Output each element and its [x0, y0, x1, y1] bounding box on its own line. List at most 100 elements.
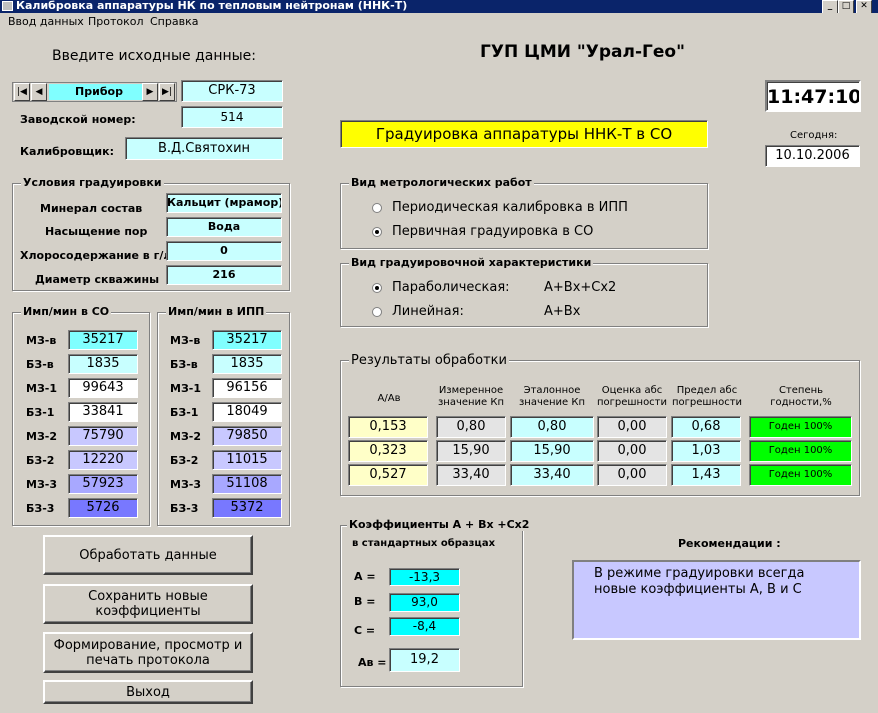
result-cell: 33,40	[510, 464, 594, 486]
condition-label: Диаметр скважины	[35, 273, 160, 286]
result-cell: 15,90	[510, 440, 594, 462]
coefficients-subtitle: в стандартных образцах	[352, 538, 496, 549]
recommendations-text: В режиме градуировки всегда новые коэффи…	[572, 560, 861, 640]
linear-label[interactable]: Линейная:	[392, 304, 464, 319]
mineral-field[interactable]: Кальцит (мрамор)	[166, 193, 282, 213]
diameter-field[interactable]: 216	[166, 265, 282, 285]
menu-input-data[interactable]: Ввод данных	[8, 15, 84, 28]
result-cell: 15,90	[436, 440, 506, 462]
result-cell: 1,03	[671, 440, 741, 462]
serial-label: Заводской номер:	[20, 113, 136, 126]
last-record-icon[interactable]: ▶|	[159, 83, 175, 101]
primary-graduation-label[interactable]: Первичная градуировка в СО	[392, 224, 593, 239]
fitness-badge: Годен 100%	[749, 464, 852, 486]
work-type-title: Вид метрологических работ	[349, 176, 534, 189]
count-label: МЗ-в	[170, 334, 201, 347]
count-field[interactable]: 1835	[212, 354, 282, 374]
coef-b-field: 93,0	[389, 593, 460, 612]
count-field[interactable]: 99643	[68, 378, 138, 398]
serial-field[interactable]: 514	[181, 106, 283, 128]
count-label: МЗ-в	[26, 334, 57, 347]
count-field[interactable]: 35217	[212, 330, 282, 350]
today-label: Сегодня:	[790, 130, 838, 141]
exit-button[interactable]: Выход	[43, 680, 253, 704]
linear-radio[interactable]	[372, 307, 382, 317]
chlorine-field[interactable]: 0	[166, 241, 282, 261]
results-header: Предел абс погрешности	[672, 385, 743, 408]
process-data-button[interactable]: Обработать данные	[43, 535, 253, 575]
nav-label: Прибор	[49, 84, 149, 100]
result-cell: 0,68	[671, 416, 741, 438]
result-cell: 0,00	[597, 440, 667, 462]
count-field[interactable]: 33841	[68, 402, 138, 422]
calibrator-field[interactable]: В.Д.Святохин	[125, 137, 283, 160]
count-field[interactable]: 11015	[212, 450, 282, 470]
minimize-button[interactable]: _	[822, 0, 838, 13]
close-button[interactable]: ✕	[856, 0, 872, 13]
count-field[interactable]: 35217	[68, 330, 138, 350]
menu-protocol[interactable]: Протокол	[88, 15, 144, 28]
coef-av-label: Ав =	[358, 656, 387, 669]
count-label: МЗ-3	[170, 478, 201, 491]
parabolic-radio[interactable]	[372, 283, 382, 293]
result-cell: 0,323	[348, 440, 428, 462]
result-cell: 0,00	[597, 416, 667, 438]
coef-a-field: -13,3	[389, 568, 460, 586]
primary-graduation-radio[interactable]	[372, 227, 382, 237]
periodic-calibration-label[interactable]: Периодическая калибровка в ИПП	[392, 200, 628, 215]
count-label: БЗ-3	[26, 502, 55, 515]
recommendations-title: Рекомендации :	[678, 537, 781, 550]
count-field[interactable]: 12220	[68, 450, 138, 470]
prev-record-icon[interactable]: ◀	[31, 83, 47, 101]
result-cell: 1,43	[671, 464, 741, 486]
result-cell: 0,00	[597, 464, 667, 486]
counts-co-title: Имп/мин в СО	[21, 305, 112, 318]
count-field[interactable]: 5372	[212, 498, 282, 518]
device-field[interactable]: СРК-73	[181, 80, 283, 102]
count-field[interactable]: 57923	[68, 474, 138, 494]
characteristic-title: Вид градуировочной характеристики	[349, 256, 594, 269]
date-field: 10.10.2006	[765, 145, 860, 167]
count-label: МЗ-2	[26, 430, 57, 443]
first-record-icon[interactable]: |◀	[14, 83, 30, 101]
periodic-calibration-radio[interactable]	[372, 203, 382, 213]
protocol-button[interactable]: Формирование, просмотр и печать протокол…	[43, 632, 253, 673]
save-coefficients-button[interactable]: Сохранить новые коэффициенты	[43, 584, 253, 624]
results-header: Измеренное значение Кп	[437, 385, 505, 408]
count-field[interactable]: 5726	[68, 498, 138, 518]
condition-label: Насыщение пор	[45, 225, 148, 238]
count-field[interactable]: 75790	[68, 426, 138, 446]
count-label: БЗ-1	[26, 406, 55, 419]
count-field[interactable]: 18049	[212, 402, 282, 422]
conditions-title: Условия градуировки	[21, 176, 164, 189]
menu-bar: Ввод данных Протокол Справка	[0, 13, 878, 31]
count-label: БЗ-в	[26, 358, 54, 371]
pore-fluid-field[interactable]: Вода	[166, 217, 282, 237]
count-label: БЗ-2	[26, 454, 55, 467]
coef-a-label: А =	[354, 570, 376, 583]
count-label: МЗ-2	[170, 430, 201, 443]
calibrator-label: Калибровщик:	[20, 145, 114, 158]
count-label: БЗ-в	[170, 358, 198, 371]
count-label: БЗ-2	[170, 454, 199, 467]
next-record-icon[interactable]: ▶	[142, 83, 158, 101]
result-cell: 0,80	[510, 416, 594, 438]
coef-av-field: 19,2	[389, 648, 460, 672]
input-heading: Введите исходные данные:	[52, 48, 257, 64]
title-bar: Калибровка аппаратуры НК по тепловым ней…	[0, 0, 878, 13]
parabolic-label[interactable]: Параболическая:	[392, 280, 510, 295]
count-field[interactable]: 96156	[212, 378, 282, 398]
maximize-button[interactable]: □	[838, 0, 854, 13]
result-cell: 0,80	[436, 416, 506, 438]
count-field[interactable]: 51108	[212, 474, 282, 494]
result-cell: 33,40	[436, 464, 506, 486]
record-navigator: |◀ ◀ Прибор ▶ ▶|	[12, 82, 177, 102]
coef-c-label: С =	[354, 624, 376, 637]
count-field[interactable]: 79850	[212, 426, 282, 446]
results-header: А/Ав	[377, 393, 401, 404]
coef-b-label: В =	[354, 595, 376, 608]
fitness-badge: Годен 100%	[749, 416, 852, 438]
count-field[interactable]: 1835	[68, 354, 138, 374]
result-cell: 0,153	[348, 416, 428, 438]
menu-help[interactable]: Справка	[150, 15, 198, 28]
